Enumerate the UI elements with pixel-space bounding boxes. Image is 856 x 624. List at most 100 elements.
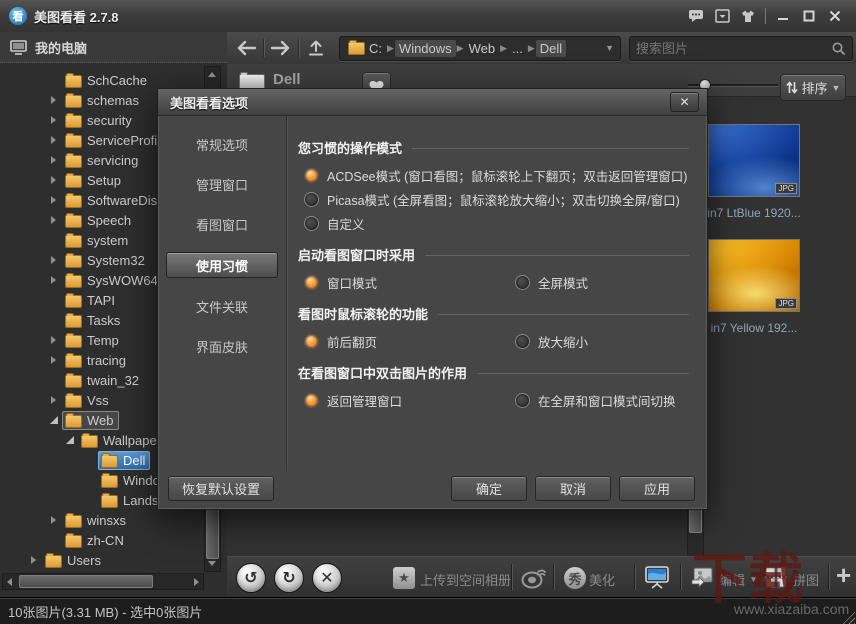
rotate-left-button[interactable]: ↺	[236, 563, 266, 593]
dialog-tab-界面皮肤[interactable]: 界面皮肤	[172, 334, 272, 358]
my-computer-header[interactable]: 我的电脑	[0, 32, 227, 63]
radio-option[interactable]: 自定义	[298, 211, 695, 235]
app-logo-icon: 看	[9, 7, 27, 25]
radio-option[interactable]: 放大缩小	[509, 329, 588, 353]
dialog-tab-管理窗口[interactable]: 管理窗口	[172, 172, 272, 196]
radio-selected-icon[interactable]	[304, 334, 319, 349]
tree-item-users[interactable]: Users	[0, 550, 203, 570]
collapse-arrow-icon[interactable]	[64, 434, 76, 446]
radio-option[interactable]: ACDSee模式 (窗口看图；鼠标滚轮上下翻页；双击返回管理窗口)	[298, 163, 695, 187]
tree-vscroll-thumb[interactable]	[206, 505, 219, 559]
expand-arrow-icon[interactable]	[48, 334, 60, 346]
radio-unselected-icon[interactable]	[304, 216, 319, 231]
breadcrumb-segment-c[interactable]: C:	[344, 39, 386, 57]
resize-grip[interactable]	[841, 610, 855, 624]
breadcrumb-segment-web[interactable]: Web	[465, 40, 500, 57]
scroll-up-icon[interactable]	[208, 72, 216, 77]
tree-item-label: System32	[87, 253, 145, 268]
expand-arrow-icon[interactable]	[48, 254, 60, 266]
expand-arrow-icon[interactable]	[48, 394, 60, 406]
dialog-titlebar[interactable]: 美图看看选项 ✕	[158, 89, 707, 116]
thumbnail-cell[interactable]: JPGin7 LtBlue 1920...	[699, 124, 809, 220]
ok-button[interactable]: 确定	[451, 476, 527, 501]
sort-button[interactable]: 排序 ▼	[780, 74, 846, 101]
dialog-tab-常规选项[interactable]: 常规选项	[172, 132, 272, 156]
add-button[interactable]: +	[836, 560, 851, 591]
back-button[interactable]	[231, 35, 261, 61]
close-button[interactable]	[822, 6, 848, 26]
dialog-tab-看图窗口[interactable]: 看图窗口	[172, 212, 272, 236]
breadcrumb-segment-[interactable]: ...	[508, 40, 527, 57]
restore-defaults-button[interactable]: 恢复默认设置	[168, 476, 274, 501]
radio-option[interactable]: 全屏模式	[509, 270, 588, 294]
tree-horizontal-scrollbar[interactable]	[2, 573, 204, 590]
upload-album-label[interactable]: 上传到空间相册	[420, 570, 511, 589]
tree-item-zh-cn[interactable]: zh-CN	[0, 530, 203, 550]
scroll-down-icon[interactable]	[208, 561, 216, 566]
dialog-tab-文件关联[interactable]: 文件关联	[172, 294, 272, 318]
weibo-share-icon[interactable]	[520, 564, 548, 590]
expand-arrow-icon[interactable]	[48, 274, 60, 286]
radio-unselected-icon[interactable]	[304, 192, 319, 207]
edit-label[interactable]: 编辑	[719, 570, 745, 589]
breadcrumb-segment-dell[interactable]: Dell	[536, 40, 566, 57]
radio-option[interactable]: 返回管理窗口	[298, 388, 509, 412]
maximize-button[interactable]	[796, 6, 822, 26]
tree-hscroll-thumb[interactable]	[19, 575, 153, 588]
radio-selected-icon[interactable]	[304, 275, 319, 290]
rotate-right-button[interactable]: ↻	[274, 563, 304, 593]
edit-dropdown-icon[interactable]: ▼	[749, 574, 758, 584]
cancel-button[interactable]: 取消	[535, 476, 611, 501]
expand-arrow-icon[interactable]	[48, 154, 60, 166]
breadcrumb-dropdown-icon[interactable]: ▼	[605, 43, 616, 53]
skin-icon[interactable]	[735, 6, 761, 26]
minimize-button[interactable]	[770, 6, 796, 26]
radio-option[interactable]: Picasa模式 (全屏看图；鼠标滚轮放大缩小；双击切换全屏/窗口)	[298, 187, 695, 211]
delete-button[interactable]: ✕	[312, 563, 342, 593]
expand-arrow-icon[interactable]	[48, 174, 60, 186]
expand-arrow-icon[interactable]	[48, 514, 60, 526]
radio-unselected-icon[interactable]	[515, 334, 530, 349]
edit-icon[interactable]	[690, 566, 714, 588]
up-button[interactable]	[301, 35, 331, 61]
scroll-left-icon[interactable]	[7, 578, 12, 586]
qzone-upload-icon[interactable]: ★	[392, 566, 416, 590]
search-input[interactable]	[630, 41, 831, 56]
expand-arrow-icon[interactable]	[48, 134, 60, 146]
slideshow-button[interactable]	[644, 565, 670, 589]
expand-arrow-icon[interactable]	[48, 114, 60, 126]
collage-icon[interactable]	[764, 565, 788, 589]
thumbnail-image-orange[interactable]: JPG	[708, 239, 800, 312]
dialog-tab-使用习惯[interactable]: 使用习惯	[166, 252, 278, 278]
expand-arrow-icon[interactable]	[48, 94, 60, 106]
search-box[interactable]	[629, 36, 853, 61]
thumbnail-cell[interactable]: JPGin7 Yellow 192...	[699, 239, 809, 335]
scroll-right-icon[interactable]	[194, 578, 199, 586]
feedback-icon[interactable]	[683, 6, 709, 26]
search-icon[interactable]	[831, 41, 846, 56]
radio-option[interactable]: 在全屏和窗口模式间切换	[509, 388, 676, 412]
dialog-close-button[interactable]: ✕	[670, 92, 699, 112]
tree-item-winsxs[interactable]: winsxs	[0, 510, 203, 530]
radio-option[interactable]: 前后翻页	[298, 329, 509, 353]
radio-selected-icon[interactable]	[304, 393, 319, 408]
expand-arrow-icon[interactable]	[48, 194, 60, 206]
beautify-icon[interactable]: 秀	[563, 566, 587, 590]
thumbnail-image-blue[interactable]: JPG	[708, 124, 800, 197]
tree-item-schcache[interactable]: SchCache	[0, 70, 203, 90]
radio-selected-icon[interactable]	[304, 168, 319, 183]
breadcrumb-segment-windows[interactable]: Windows	[395, 40, 456, 57]
radio-unselected-icon[interactable]	[515, 275, 530, 290]
apply-button[interactable]: 应用	[619, 476, 695, 501]
forward-button[interactable]	[266, 35, 296, 61]
beautify-label[interactable]: 美化	[589, 570, 615, 589]
boss-key-icon[interactable]	[709, 6, 735, 26]
expand-arrow-icon[interactable]	[48, 354, 60, 366]
expand-arrow-icon[interactable]	[48, 214, 60, 226]
collage-label[interactable]: 拼图	[793, 570, 819, 589]
breadcrumb[interactable]: C:▶Windows▶Web▶...▶Dell▼	[339, 36, 621, 61]
expand-arrow-icon[interactable]	[28, 554, 40, 566]
radio-unselected-icon[interactable]	[515, 393, 530, 408]
collapse-arrow-icon[interactable]	[48, 414, 60, 426]
radio-option[interactable]: 窗口模式	[298, 270, 509, 294]
